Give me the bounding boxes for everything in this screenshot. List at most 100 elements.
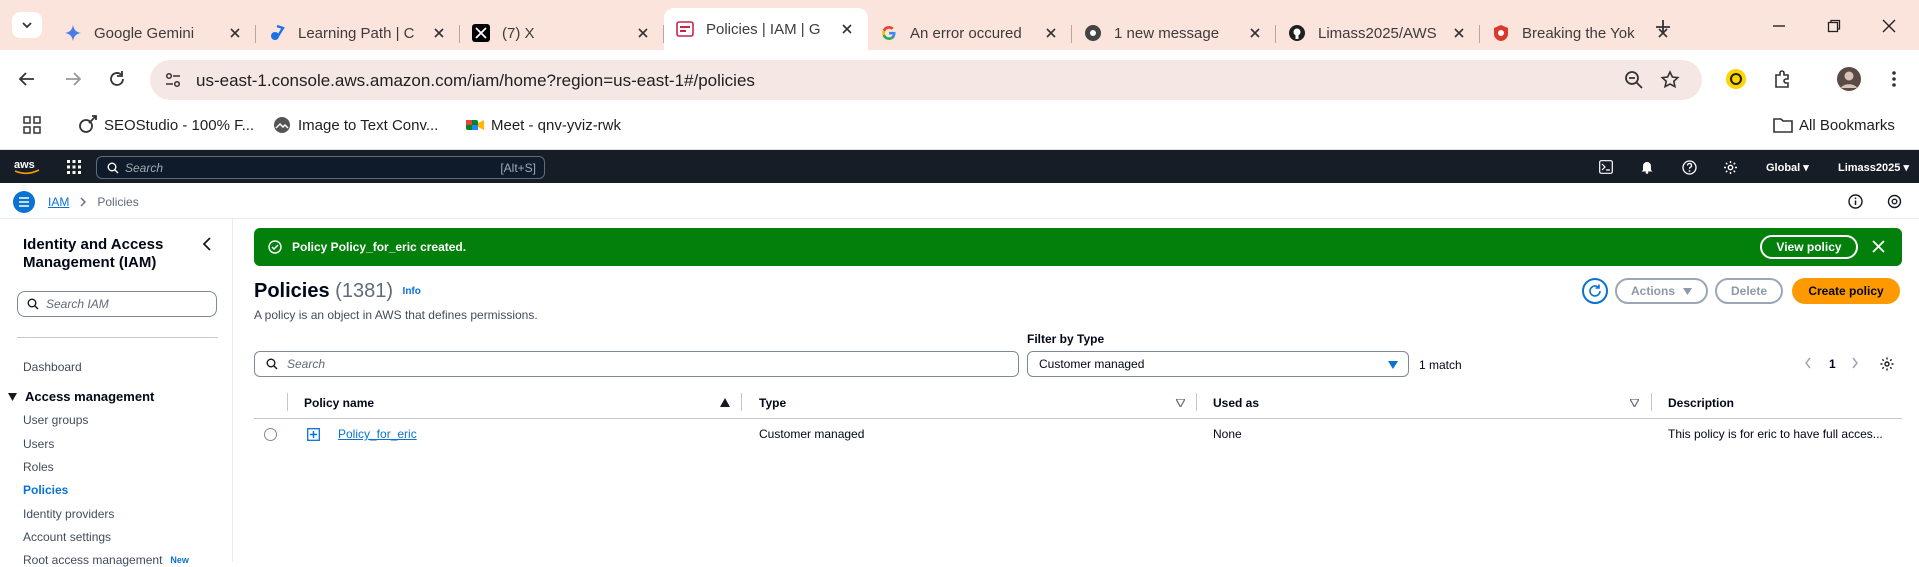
close-tab-icon[interactable] (430, 24, 448, 42)
new-tab-button[interactable] (1650, 14, 1676, 40)
close-tab-icon[interactable] (1450, 24, 1468, 42)
profile-avatar[interactable] (1834, 64, 1864, 94)
sidebar-section-access-management[interactable]: Access management (8, 389, 154, 404)
dismiss-flash-button[interactable] (1872, 240, 1885, 253)
bookmark-image-to-text[interactable]: Image to Text Conv... (272, 114, 438, 136)
omnibox[interactable]: us-east-1.console.aws.amazon.com/iam/hom… (150, 60, 1702, 100)
arrow-right-icon (66, 72, 82, 86)
chevron-left-icon (202, 237, 211, 251)
create-policy-button[interactable]: Create policy (1792, 278, 1900, 304)
sidebar-item-policies[interactable]: Policies (23, 483, 68, 497)
tab-policies-iam[interactable]: Policies | IAM | G (664, 8, 868, 50)
refresh-button[interactable] (1582, 278, 1608, 304)
zoom-icon[interactable] (1624, 70, 1644, 90)
close-tab-icon[interactable] (1246, 24, 1264, 42)
hamburger-icon (13, 191, 35, 213)
account-menu[interactable]: Limass2025 ▾ (1838, 161, 1909, 174)
breadcrumb-iam-link[interactable]: IAM (48, 195, 69, 209)
expand-policy-icon[interactable] (307, 428, 320, 441)
column-header-type[interactable]: Type (759, 396, 786, 410)
previous-page-button[interactable] (1804, 357, 1812, 369)
close-tab-icon[interactable] (1042, 24, 1060, 42)
seo-icon (78, 115, 98, 135)
info-link[interactable]: Info (403, 286, 421, 297)
sidebar-search-input[interactable]: Search IAM (17, 291, 217, 317)
bookmark-meet[interactable]: Meet - qnv-yviz-rwk (465, 114, 621, 136)
google-icon (880, 24, 898, 42)
sidebar-item-account-settings[interactable]: Account settings (23, 530, 111, 544)
breadcrumb: IAM Policies (48, 195, 139, 209)
close-tab-icon[interactable] (226, 24, 244, 42)
close-sidebar-button[interactable] (201, 237, 213, 251)
services-menu-button[interactable] (65, 158, 83, 176)
site-info-icon[interactable] (164, 71, 182, 89)
sidebar-item-user-groups[interactable]: User groups (23, 413, 88, 427)
reload-button[interactable] (104, 66, 130, 92)
region-selector[interactable]: Global ▾ (1766, 161, 1809, 174)
policy-count: (1381) (335, 280, 393, 302)
row-select-radio[interactable] (264, 428, 277, 441)
tab-error[interactable]: An error occured (868, 16, 1072, 50)
aws-logo[interactable]: aws (13, 157, 41, 175)
delete-button[interactable]: Delete (1715, 278, 1783, 304)
sidebar-item-dashboard[interactable]: Dashboard (23, 360, 82, 374)
sort-icon[interactable] (1176, 399, 1185, 407)
help-button[interactable] (1680, 158, 1698, 176)
column-header-policy-name[interactable]: Policy name (304, 396, 374, 410)
policy-name-link[interactable]: Policy_for_eric (338, 427, 417, 441)
column-header-used-as[interactable]: Used as (1213, 396, 1259, 410)
view-policy-button[interactable]: View policy (1760, 235, 1858, 259)
aws-search-input[interactable]: Search [Alt+S] (96, 156, 545, 179)
filter-type-select[interactable]: Customer managed (1027, 351, 1409, 377)
search-placeholder: Search (287, 357, 326, 371)
page-title: Policies (254, 280, 330, 302)
gear-icon (1723, 160, 1737, 174)
table-preferences-button[interactable] (1880, 357, 1894, 371)
policy-search-input[interactable]: Search (254, 351, 1019, 377)
notifications-button[interactable] (1638, 158, 1656, 176)
sort-ascending-icon[interactable] (720, 398, 730, 407)
tab-search-button[interactable] (12, 12, 42, 38)
tab-x[interactable]: (7) X (460, 16, 664, 50)
actions-button[interactable]: Actions (1615, 278, 1708, 304)
bookmark-seostudio[interactable]: SEOStudio - 100% F... (78, 114, 254, 136)
caret-down-icon (8, 392, 17, 401)
section-label: Access management (25, 389, 155, 404)
sidebar-item-identity-providers[interactable]: Identity providers (23, 507, 114, 521)
tab-title: Learning Path | C (298, 24, 415, 42)
sort-icon[interactable] (1630, 399, 1639, 407)
sidebar-item-root-access[interactable]: Root access management New (23, 553, 189, 567)
close-icon (1872, 240, 1885, 253)
restore-button[interactable] (1822, 14, 1846, 38)
sidebar-item-roles[interactable]: Roles (23, 460, 54, 474)
extensions-button[interactable] (1769, 66, 1795, 92)
column-header-description[interactable]: Description (1668, 396, 1734, 410)
bookmark-star-icon[interactable] (1660, 70, 1680, 90)
next-page-button[interactable] (1851, 357, 1859, 369)
forward-button[interactable] (60, 66, 86, 92)
tab-github[interactable]: Limass2025/AWS (1276, 16, 1480, 50)
side-nav-toggle[interactable] (13, 191, 35, 213)
sidebar-item-users[interactable]: Users (23, 437, 54, 451)
back-button[interactable] (14, 66, 40, 92)
tab-learning-path[interactable]: Learning Path | C (256, 16, 460, 50)
success-flash: Policy Policy_for_eric created. (254, 228, 1902, 266)
close-tab-icon[interactable] (838, 20, 856, 38)
tab-google-gemini[interactable]: Google Gemini (52, 16, 256, 50)
cloudshell-button[interactable] (1597, 158, 1615, 176)
apps-button[interactable] (22, 114, 48, 136)
all-bookmarks-button[interactable]: All Bookmarks (1773, 114, 1895, 136)
new-badge: New (170, 555, 189, 565)
extension-button[interactable] (1723, 66, 1749, 92)
tab-new-message[interactable]: 1 new message (1072, 16, 1276, 50)
close-tab-icon[interactable] (634, 24, 652, 42)
close-window-button[interactable] (1877, 14, 1901, 38)
current-page[interactable]: 1 (1829, 357, 1836, 371)
chevron-right-icon (79, 197, 87, 207)
browser-menu-button[interactable] (1881, 66, 1907, 92)
settings-button[interactable] (1721, 158, 1739, 176)
info-panel-button[interactable] (1848, 194, 1863, 209)
filter-type-label: Filter by Type (1027, 332, 1105, 346)
minimize-button[interactable] (1767, 14, 1791, 38)
preferences-button[interactable] (1887, 194, 1902, 209)
